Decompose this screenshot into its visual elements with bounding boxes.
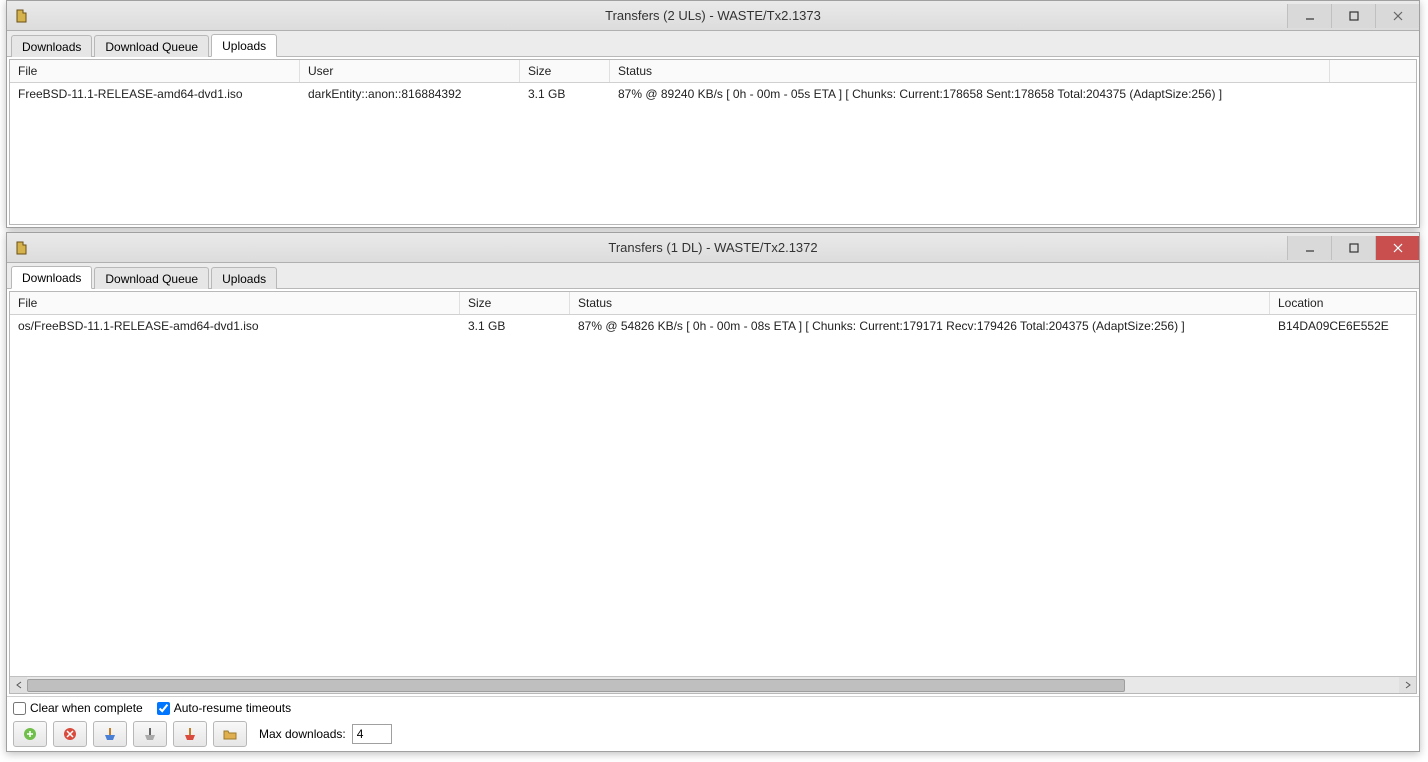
tab-download-queue[interactable]: Download Queue (94, 35, 209, 57)
folder-icon (222, 726, 238, 742)
tab-uploads[interactable]: Uploads (211, 267, 277, 289)
scroll-right-icon[interactable] (1399, 677, 1416, 694)
minimize-button[interactable] (1287, 236, 1331, 260)
max-downloads-input[interactable] (352, 724, 392, 744)
cell-file: os/FreeBSD-11.1-RELEASE-amd64-dvd1.iso (10, 315, 460, 337)
tab-download-queue[interactable]: Download Queue (94, 267, 209, 289)
table-row[interactable]: FreeBSD-11.1-RELEASE-amd64-dvd1.iso dark… (10, 83, 1416, 105)
col-size[interactable]: Size (520, 60, 610, 82)
app-icon (13, 240, 29, 256)
window-downloads: Transfers (1 DL) - WASTE/Tx2.1372 Downlo… (6, 232, 1420, 752)
scroll-left-icon[interactable] (10, 677, 27, 694)
close-button[interactable] (1375, 4, 1419, 28)
titlebar[interactable]: Transfers (1 DL) - WASTE/Tx2.1372 (7, 233, 1419, 263)
clear-inactive-button[interactable] (93, 721, 127, 747)
clear-when-complete-label: Clear when complete (30, 701, 143, 715)
transfer-list: File Size Status Location os/FreeBSD-11.… (9, 291, 1417, 694)
auto-resume-checkbox[interactable]: Auto-resume timeouts (157, 701, 291, 715)
col-user[interactable]: User (300, 60, 520, 82)
window-title: Transfers (2 ULs) - WASTE/Tx2.1373 (605, 8, 821, 23)
clear-errors-button[interactable] (173, 721, 207, 747)
scroll-track[interactable] (27, 677, 1399, 694)
table-row[interactable]: os/FreeBSD-11.1-RELEASE-amd64-dvd1.iso 3… (10, 315, 1416, 337)
play-add-icon (22, 726, 38, 742)
broom-red-icon (182, 726, 198, 742)
auto-resume-input[interactable] (157, 702, 170, 715)
broom-gray-icon (142, 726, 158, 742)
col-extra[interactable] (1330, 60, 1416, 82)
max-downloads-label: Max downloads: (259, 727, 346, 741)
open-folder-button[interactable] (213, 721, 247, 747)
cell-size: 3.1 GB (460, 315, 570, 337)
col-size[interactable]: Size (460, 292, 570, 314)
tabs: Downloads Download Queue Uploads (7, 263, 1419, 289)
transfer-list: File User Size Status FreeBSD-11.1-RELEA… (9, 59, 1417, 225)
broom-blue-icon (102, 726, 118, 742)
col-location[interactable]: Location (1270, 292, 1416, 314)
tab-downloads[interactable]: Downloads (11, 35, 92, 57)
col-status[interactable]: Status (610, 60, 1330, 82)
window-title: Transfers (1 DL) - WASTE/Tx2.1372 (608, 240, 817, 255)
list-header: File User Size Status (10, 60, 1416, 83)
clear-when-complete-checkbox[interactable]: Clear when complete (13, 701, 143, 715)
horizontal-scrollbar[interactable] (10, 676, 1416, 693)
tab-uploads[interactable]: Uploads (211, 34, 277, 57)
maximize-button[interactable] (1331, 236, 1375, 260)
cell-status: 87% @ 54826 KB/s [ 0h - 00m - 08s ETA ] … (570, 315, 1270, 337)
clear-when-complete-input[interactable] (13, 702, 26, 715)
tabs: Downloads Download Queue Uploads (7, 31, 1419, 57)
resume-button[interactable] (13, 721, 47, 747)
col-file[interactable]: File (10, 292, 460, 314)
cell-file: FreeBSD-11.1-RELEASE-amd64-dvd1.iso (10, 83, 300, 105)
col-status[interactable]: Status (570, 292, 1270, 314)
minimize-button[interactable] (1287, 4, 1331, 28)
close-button[interactable] (1375, 236, 1419, 260)
cell-location: B14DA09CE6E552E (1270, 315, 1416, 337)
cell-user: darkEntity::anon::816884392 (300, 83, 520, 105)
auto-resume-label: Auto-resume timeouts (174, 701, 291, 715)
cell-size: 3.1 GB (520, 83, 610, 105)
app-icon (13, 8, 29, 24)
window-uploads: Transfers (2 ULs) - WASTE/Tx2.1373 Downl… (6, 0, 1420, 228)
titlebar[interactable]: Transfers (2 ULs) - WASTE/Tx2.1373 (7, 1, 1419, 31)
maximize-button[interactable] (1331, 4, 1375, 28)
col-file[interactable]: File (10, 60, 300, 82)
scroll-thumb[interactable] (27, 679, 1125, 692)
cancel-icon (62, 726, 78, 742)
list-header: File Size Status Location (10, 292, 1416, 315)
tab-downloads[interactable]: Downloads (11, 266, 92, 289)
bottom-bar: Clear when complete Auto-resume timeouts (7, 696, 1419, 751)
clear-all-button[interactable] (133, 721, 167, 747)
abort-button[interactable] (53, 721, 87, 747)
cell-status: 87% @ 89240 KB/s [ 0h - 00m - 05s ETA ] … (610, 83, 1330, 105)
